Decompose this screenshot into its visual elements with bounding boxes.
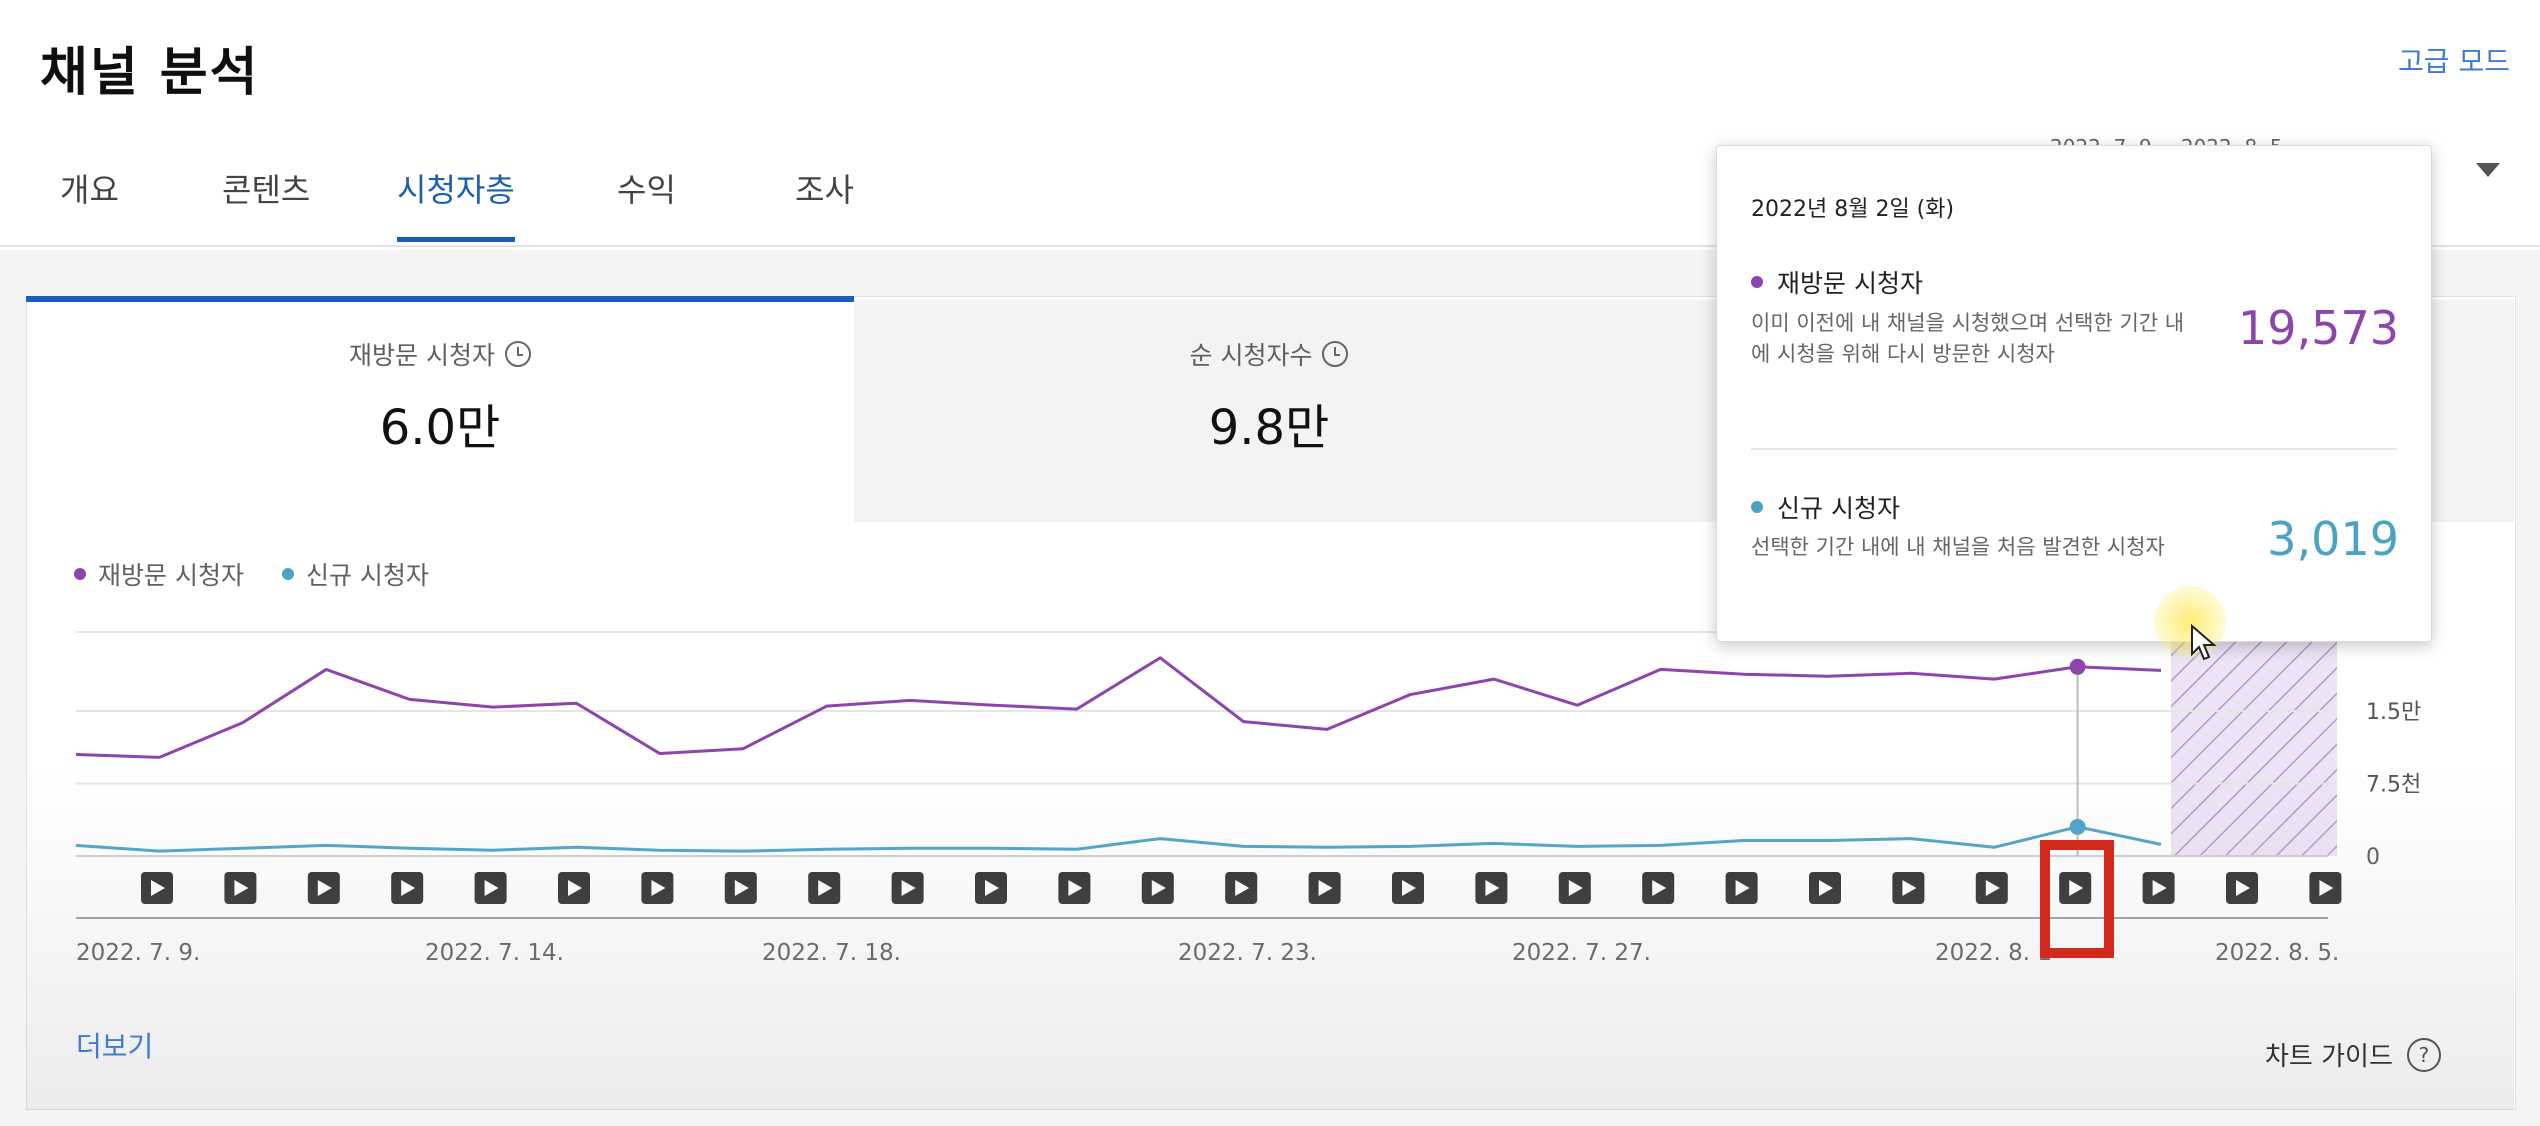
- legend-dot: [1751, 501, 1763, 513]
- x-tick-label: 2022. 8. 5.: [2215, 940, 2339, 966]
- x-tick-label: 2022. 7. 9.: [76, 940, 200, 966]
- tooltip-series-label: 신규 시청자: [1777, 494, 1900, 523]
- tooltip-series-label: 재방문 시청자: [1777, 269, 1923, 298]
- help-icon: ?: [2406, 1037, 2441, 1072]
- tooltip-new-value: 3,019: [2267, 512, 2399, 566]
- tooltip-divider: [1751, 448, 2397, 450]
- chart-guide-link[interactable]: 차트 가이드 ?: [2265, 1036, 2441, 1073]
- x-tick-label: 2022. 7. 18.: [762, 940, 901, 966]
- tooltip-returning-title: 재방문 시청자: [1751, 264, 1923, 300]
- x-tick-label: 2022. 7. 14.: [425, 940, 564, 966]
- y-tick-label: 0: [2366, 845, 2380, 870]
- y-tick-label: 7.5천: [2366, 773, 2421, 798]
- x-tick-label: 2022. 8. 1: [1935, 940, 2052, 966]
- data-point-new: [2069, 818, 2086, 835]
- tooltip-new-title: 신규 시청자: [1751, 489, 1900, 525]
- y-tick-label: 1.5만: [2366, 700, 2421, 725]
- legend-dot: [1751, 276, 1763, 288]
- tooltip-date: 2022년 8월 2일 (화): [1751, 197, 1955, 222]
- tooltip-returning-desc: 이미 이전에 내 채널을 시청했으며 선택한 기간 내에 시청을 위해 다시 방…: [1751, 311, 2185, 366]
- annotation-highlight-box: [2040, 840, 2114, 958]
- more-link[interactable]: 더보기: [76, 1025, 153, 1065]
- data-point-returning: [2069, 658, 2086, 675]
- x-tick-label: 2022. 7. 27.: [1512, 940, 1651, 966]
- x-tick-label: 2022. 7. 23.: [1178, 940, 1317, 966]
- chart-tooltip: 2022년 8월 2일 (화) 재방문 시청자 이미 이전에 내 채널을 시청했…: [1716, 145, 2432, 642]
- mouse-pointer-icon: [2191, 624, 2217, 661]
- series-line-new: [75, 825, 2162, 853]
- chart-guide-label: 차트 가이드: [2265, 1042, 2393, 1072]
- series-line-returning: [75, 656, 2162, 759]
- tooltip-new-desc: 선택한 기간 내에 내 채널을 처음 발견한 시청자: [1751, 535, 2165, 559]
- tooltip-returning-value: 19,573: [2238, 301, 2399, 355]
